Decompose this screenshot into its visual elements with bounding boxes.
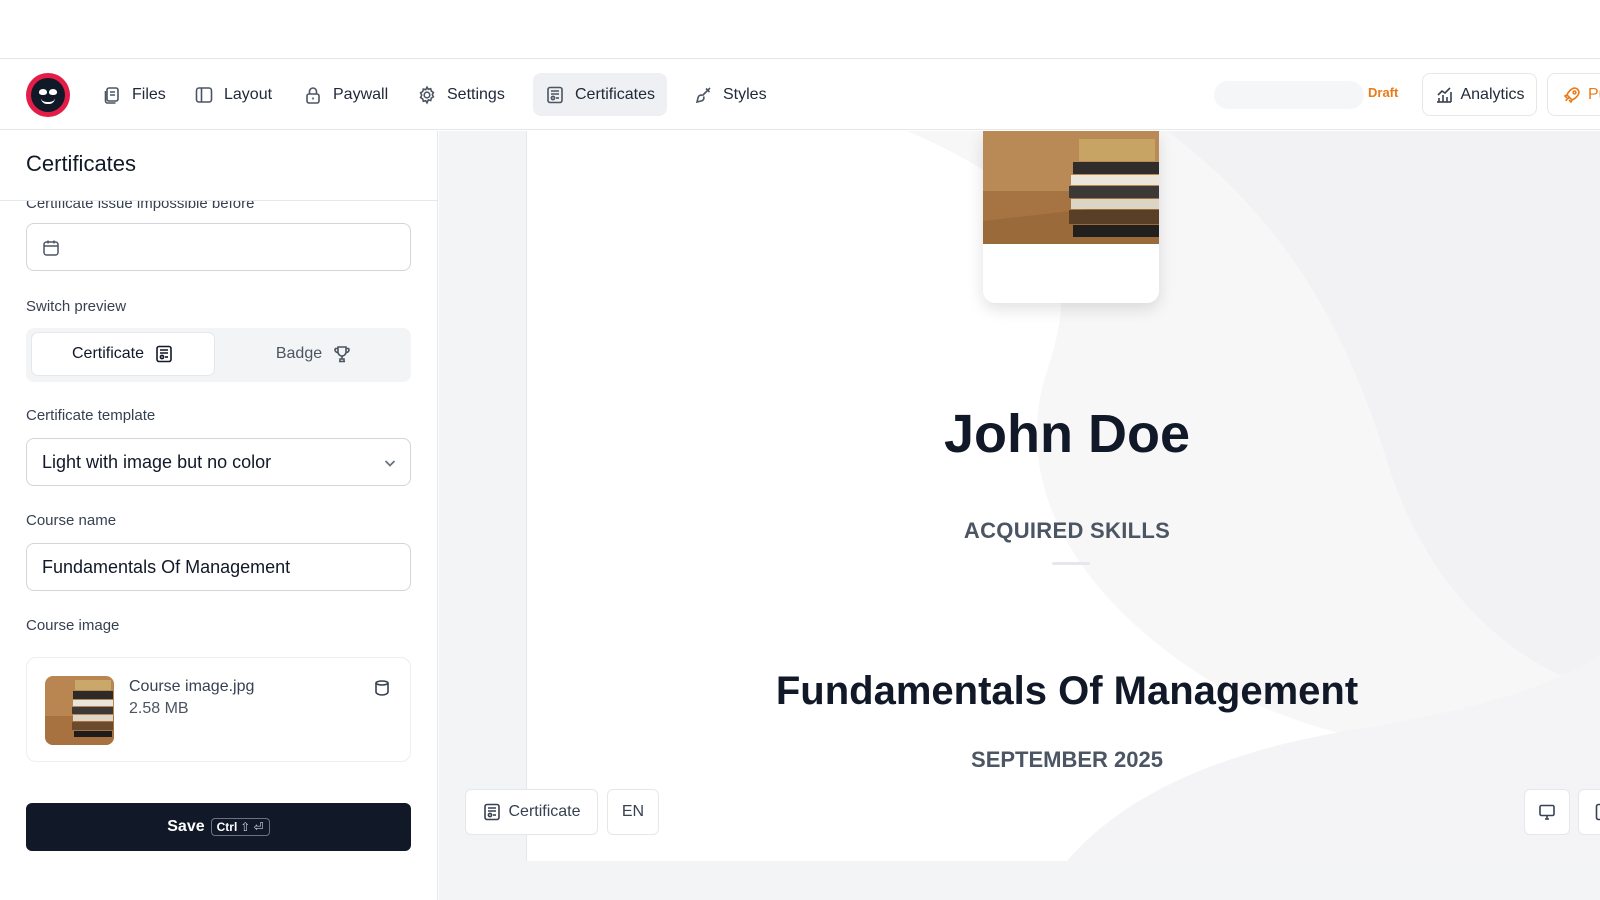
file-name: Course image.jpg (129, 678, 255, 695)
course-name-input[interactable] (26, 543, 411, 591)
shortcut-modifiers: ⇧ ⏎ (240, 820, 264, 834)
nav-tab-label: Styles (723, 85, 767, 103)
publish-label: Pu (1588, 85, 1600, 103)
course-title: Fundamentals Of Management (775, 669, 1359, 713)
issue-date-label-clip: Certificate issue impossible before (26, 201, 416, 215)
template-label: Certificate template (26, 407, 156, 424)
mobile-view-button[interactable] (1578, 789, 1600, 835)
trophy-icon (334, 346, 350, 363)
preview-switch: Certificate Badge (26, 328, 411, 382)
phone-icon (1595, 803, 1600, 821)
preview-mode-button[interactable]: Certificate (465, 789, 598, 835)
shortcut-key: Ctrl (216, 820, 238, 834)
template-selected-value: Light with image but no color (42, 451, 272, 472)
gear-icon (419, 85, 435, 105)
publish-button[interactable]: Pu (1547, 73, 1600, 116)
top-blank-band (0, 0, 1600, 59)
nav-tab-files[interactable]: Files (90, 73, 178, 116)
save-button[interactable]: Save Ctrl ⇧ ⏎ (26, 803, 411, 851)
chevron-down-icon (384, 460, 396, 467)
trash-icon (375, 680, 389, 696)
save-label: Save (167, 818, 205, 835)
certificate-paper: John Doe ACQUIRED SKILLS Fundamentals Of… (526, 131, 1600, 861)
course-name-label: Course name (26, 512, 117, 529)
panel-title: Certificates (26, 151, 137, 176)
skills-divider (1052, 562, 1090, 565)
nav-tab-settings[interactable]: Settings (405, 73, 517, 116)
analytics-chart-icon (1437, 86, 1453, 103)
top-navbar: Files Layout Paywall Settings Certificat… (0, 59, 1600, 130)
course-image-label: Course image (26, 617, 120, 634)
monitor-icon (1539, 804, 1555, 820)
nav-tab-label: Certificates (575, 85, 656, 103)
language-button[interactable]: EN (607, 789, 659, 835)
issue-date-input[interactable] (26, 223, 411, 271)
files-icon (104, 86, 119, 104)
app-logo[interactable] (26, 73, 70, 117)
logo-face-icon (31, 78, 65, 112)
nav-tab-label: Paywall (333, 85, 389, 103)
course-image-card-preview (983, 131, 1159, 303)
switch-option-label: Certificate (71, 345, 145, 362)
delete-image-button[interactable] (372, 678, 392, 698)
course-image-thumbnail[interactable] (45, 676, 114, 745)
rocket-icon (1563, 86, 1580, 103)
calendar-icon (43, 240, 59, 256)
desktop-view-button[interactable] (1524, 789, 1570, 835)
template-select[interactable]: Light with image but no color (26, 438, 411, 486)
course-photo (983, 131, 1159, 244)
certificate-icon (547, 86, 563, 103)
brush-icon (695, 86, 711, 103)
certificate-preview-canvas: John Doe ACQUIRED SKILLS Fundamentals Of… (439, 131, 1600, 900)
lock-icon (306, 86, 320, 104)
course-image-card: Course image.jpg 2.58 MB (26, 657, 411, 762)
loading-placeholder (1214, 81, 1364, 109)
nav-tab-styles[interactable]: Styles (681, 73, 779, 116)
language-label: EN (621, 803, 645, 820)
nav-tab-layout[interactable]: Layout (182, 73, 284, 116)
nav-tab-paywall[interactable]: Paywall (291, 73, 400, 116)
save-shortcut-hint: Ctrl ⇧ ⏎ (210, 818, 270, 836)
nav-tab-certificates[interactable]: Certificates (533, 73, 668, 116)
certificate-icon (156, 345, 172, 363)
analytics-button[interactable]: Analytics (1422, 73, 1537, 116)
certificate-date: SEPTEMBER 2025 (971, 747, 1163, 772)
nav-tab-label: Files (132, 85, 166, 103)
layout-icon (195, 86, 213, 103)
switch-preview-label: Switch preview (26, 298, 127, 315)
app-window: Files Layout Paywall Settings Certificat… (0, 0, 1600, 900)
switch-option-label: Badge (275, 345, 323, 362)
nav-tab-label: Settings (447, 85, 505, 103)
status-badge: Draft (1368, 85, 1399, 100)
switch-option-certificate[interactable]: Certificate (31, 332, 215, 376)
nav-tab-label: Layout (224, 85, 273, 103)
certificate-icon (484, 803, 501, 821)
file-size: 2.58 MB (129, 700, 189, 717)
switch-option-badge[interactable]: Badge (222, 332, 406, 376)
recipient-name: John Doe (943, 404, 1190, 464)
analytics-label: Analytics (1460, 85, 1525, 103)
certificates-settings-panel: Certificates Certificate issue impossibl… (0, 131, 438, 900)
preview-mode-label: Certificate (508, 803, 581, 820)
skills-heading: ACQUIRED SKILLS (963, 518, 1171, 543)
issue-date-label: Certificate issue impossible before (26, 201, 255, 212)
